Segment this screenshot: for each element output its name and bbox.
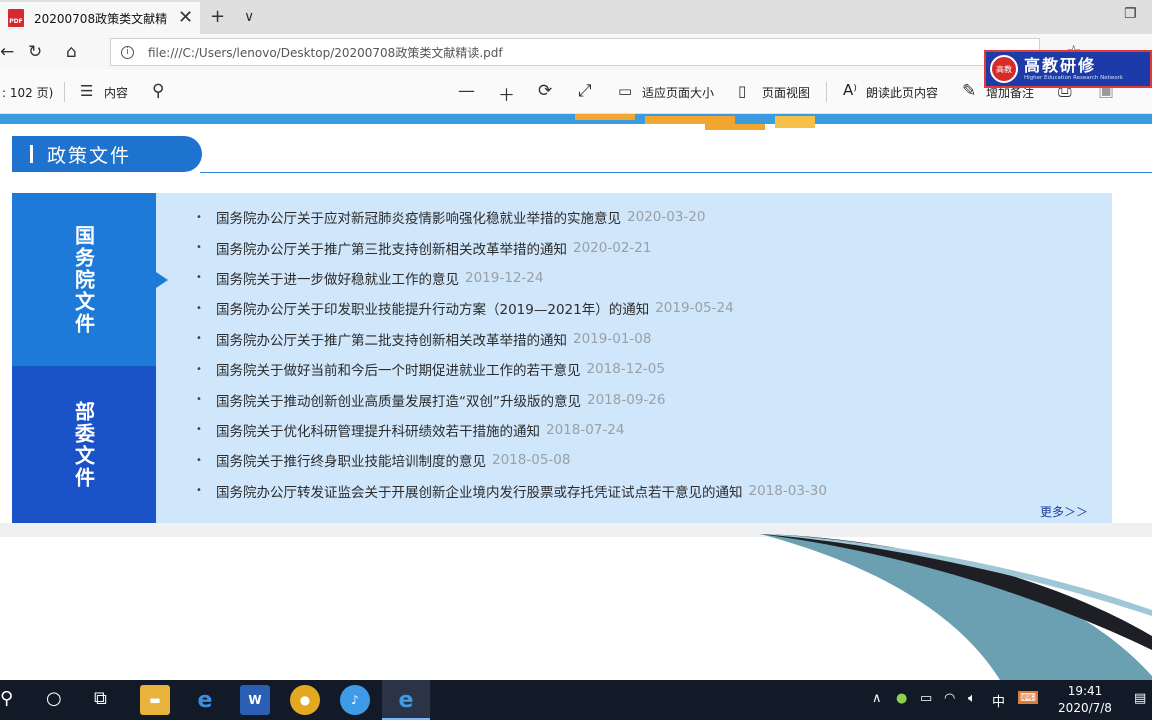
fit-page-icon: ▭ bbox=[618, 82, 633, 100]
wifi-icon[interactable]: ◠ bbox=[944, 691, 955, 706]
fullscreen-icon[interactable]: ⤢ bbox=[578, 81, 592, 101]
list-item[interactable]: • 国务院办公厅关于印发职业技能提升行动方案（2019—2021年）的通知 2019… bbox=[196, 293, 827, 323]
side-tab-label: 部委文件 bbox=[71, 400, 96, 489]
pen-icon: ✎ bbox=[962, 81, 977, 101]
address-bar: ← ↻ ⌂ i file:///C:/Users/lenovo/Desktop/… bbox=[0, 34, 1152, 70]
logo-seal-icon: 高教 bbox=[990, 55, 1018, 83]
tray-expand-icon[interactable]: ∧ bbox=[872, 691, 882, 706]
contents-list-icon: ☰ bbox=[80, 82, 94, 100]
music-app-icon[interactable]: ♪ bbox=[340, 685, 370, 715]
clock-date: 2020/7/8 bbox=[1058, 701, 1112, 715]
list-item[interactable]: • 国务院关于推动创新创业高质量发展打造“双创”升级版的意见 2018-09-26 bbox=[196, 384, 827, 414]
list-item[interactable]: • 国务院办公厅关于应对新冠肺炎疫情影响强化稳就业举措的实施意见 2020-03-2… bbox=[196, 202, 827, 232]
document-list: • 国务院办公厅关于应对新冠肺炎疫情影响强化稳就业举措的实施意见 2020-03-2… bbox=[196, 202, 827, 506]
logo-subtitle: Higher Education Research Network bbox=[1024, 74, 1124, 81]
new-tab-button[interactable]: + bbox=[210, 6, 225, 27]
url-text: file:///C:/Users/lenovo/Desktop/20200708… bbox=[148, 45, 503, 60]
info-icon[interactable]: i bbox=[121, 45, 134, 59]
banner-illustration bbox=[575, 114, 875, 132]
zoom-in-icon[interactable]: ＋ bbox=[498, 81, 515, 106]
edge-icon[interactable]: e bbox=[391, 685, 421, 715]
list-item[interactable]: • 国务院关于做好当前和今后一个时期促进就业工作的若干意见 2018-12-05 bbox=[196, 354, 827, 384]
read-aloud-button[interactable]: 朗读此页内容 bbox=[866, 84, 938, 101]
word-icon[interactable]: W bbox=[240, 685, 270, 715]
page-count: : 102 页) bbox=[2, 86, 54, 100]
tab-ministry-documents[interactable]: 部委文件 bbox=[12, 366, 156, 523]
pdf-toolbar: : 102 页) ☰ 内容 ⚲ — ＋ ⟳ ⤢ ▭ 适应页面大小 ▯ 页面视图 … bbox=[0, 70, 1152, 114]
back-arrow-icon[interactable]: ← bbox=[0, 42, 14, 62]
battery-icon[interactable]: ▭ bbox=[920, 691, 932, 706]
list-item[interactable]: • 国务院办公厅转发证监会关于开展创新企业境内发行股票或存托凭证试点若干意见的通知… bbox=[196, 476, 827, 506]
clock-time: 19:41 bbox=[1067, 684, 1103, 698]
tab-close-button[interactable]: ✕ bbox=[178, 9, 193, 27]
cortana-icon[interactable]: ○ bbox=[46, 688, 62, 709]
page-view-button[interactable]: 页面视图 bbox=[762, 84, 810, 101]
list-item[interactable]: • 国务院关于推行终身职业技能培训制度的意见 2018-05-08 bbox=[196, 445, 827, 475]
list-item[interactable]: • 国务院关于进一步做好稳就业工作的意见 2019-12-24 bbox=[196, 263, 827, 293]
tab-state-council-documents[interactable]: 国务院文件 bbox=[12, 193, 156, 366]
pdf-file-icon: PDF bbox=[8, 9, 24, 27]
rotate-icon[interactable]: ⟳ bbox=[538, 81, 552, 101]
refresh-icon[interactable]: ↻ bbox=[28, 42, 42, 62]
windows-taskbar: ⚲ ○ ⧉ ▬ e W ● ♪ e ∧ ● ▭ ◠ 🔈︎ 中 ⌨ 19:41 2… bbox=[0, 680, 1152, 720]
pdf-page: 政策文件 国务院文件 部委文件 • 国务院办公厅关于应对新冠肺炎疫情影响强化稳就业… bbox=[0, 114, 1152, 680]
chrome-icon[interactable]: ● bbox=[290, 685, 320, 715]
ime-toolbar-icon[interactable]: ⌨ bbox=[1018, 691, 1038, 704]
tab-title: 20200708政策类文献精 bbox=[34, 11, 168, 26]
fit-page-button[interactable]: 适应页面大小 bbox=[642, 84, 714, 101]
notification-icon[interactable]: ▤ bbox=[1134, 691, 1146, 706]
section-title: 政策文件 bbox=[47, 144, 132, 167]
task-view-icon[interactable]: ⧉ bbox=[94, 688, 107, 709]
more-link[interactable]: 更多＞＞ bbox=[1040, 503, 1088, 520]
ime-indicator[interactable]: 中 bbox=[992, 691, 1005, 710]
side-tab-label: 国务院文件 bbox=[71, 224, 96, 335]
page-view-icon: ▯ bbox=[738, 82, 747, 100]
browser-tab[interactable]: PDF 20200708政策类文献精 ✕ bbox=[0, 2, 200, 34]
url-field[interactable]: i file:///C:/Users/lenovo/Desktop/202007… bbox=[110, 38, 1040, 66]
search-icon[interactable]: ⚲ bbox=[0, 688, 13, 709]
decorative-swoosh bbox=[760, 534, 1152, 680]
search-icon[interactable]: ⚲ bbox=[152, 81, 164, 101]
ie-icon[interactable]: e bbox=[190, 685, 220, 715]
zoom-out-icon[interactable]: — bbox=[458, 81, 475, 101]
home-icon[interactable]: ⌂ bbox=[66, 42, 77, 62]
watermark-logo: 高教 高教研修 Higher Education Research Networ… bbox=[984, 50, 1152, 88]
list-item[interactable]: • 国务院办公厅关于推广第二批支持创新相关改革举措的通知 2019-01-08 bbox=[196, 324, 827, 354]
read-aloud-icon: A⁾ bbox=[843, 81, 857, 99]
list-item[interactable]: • 国务院关于优化科研管理提升科研绩效若干措施的通知 2018-07-24 bbox=[196, 415, 827, 445]
logo-name: 高教研修 bbox=[1024, 56, 1097, 76]
list-item[interactable]: • 国务院办公厅关于推广第三批支持创新相关改革举措的通知 2020-02-21 bbox=[196, 232, 827, 262]
file-explorer-icon[interactable]: ▬ bbox=[140, 685, 170, 715]
contents-button[interactable]: 内容 bbox=[104, 84, 128, 101]
active-tab-arrow-icon bbox=[156, 272, 168, 288]
tray-app-icon[interactable]: ● bbox=[896, 691, 907, 706]
system-clock[interactable]: 19:41 2020/7/8 bbox=[1058, 683, 1112, 717]
browser-tab-bar: PDF 20200708政策类文献精 ✕ + ∨ ❐ bbox=[0, 0, 1152, 34]
volume-icon[interactable]: 🔈︎ bbox=[968, 691, 976, 706]
restore-window-button[interactable]: ❐ bbox=[1124, 6, 1137, 22]
section-heading: 政策文件 bbox=[12, 136, 202, 172]
tab-menu-button[interactable]: ∨ bbox=[244, 9, 254, 25]
